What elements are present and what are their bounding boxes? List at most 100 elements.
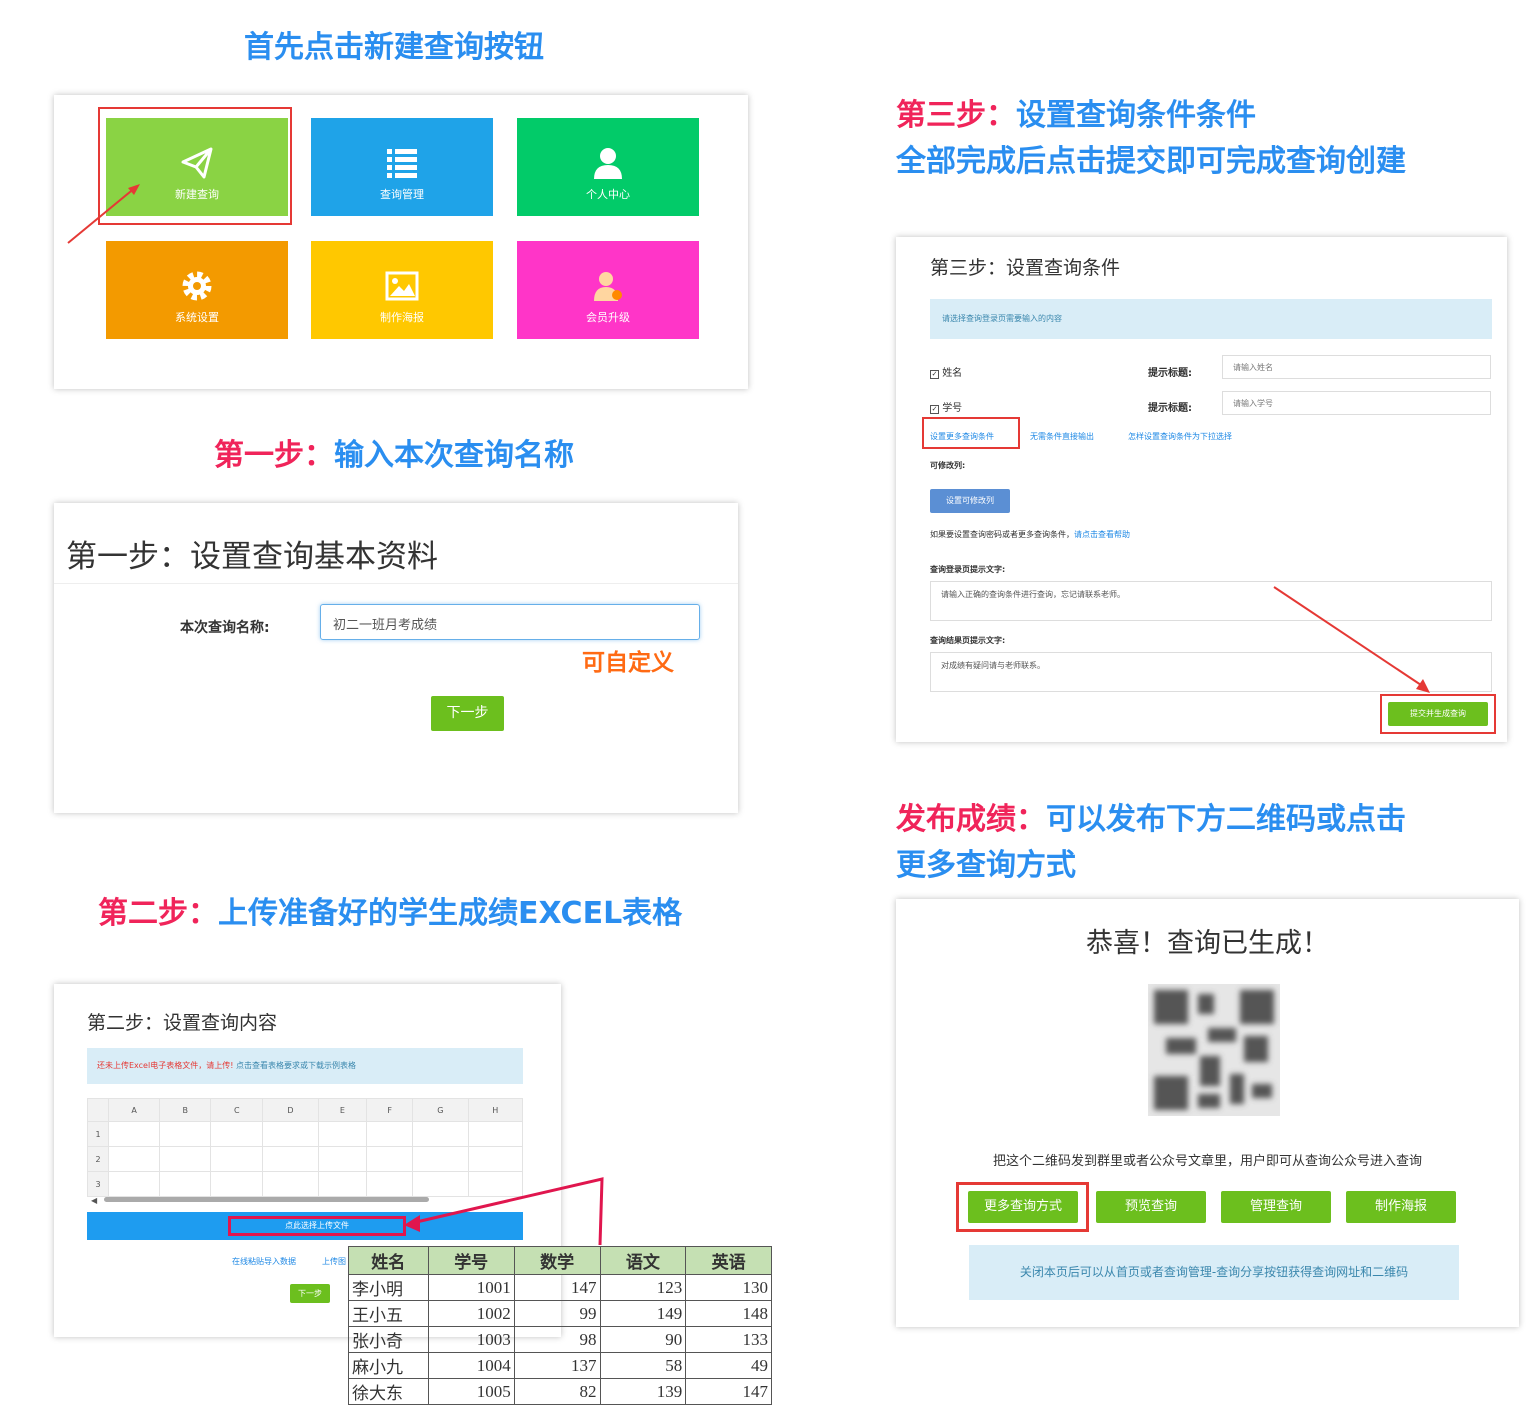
manage-query-button[interactable]: 管理查询 [1221,1191,1331,1223]
qr-code-image [1148,984,1280,1116]
tile-label: 会员升级 [586,311,630,324]
cell: 149 [599,1300,687,1327]
cell: 123 [599,1274,687,1301]
step3-subheading: 全部完成后点击提交即可完成查询创建 [896,144,1406,179]
tile-make-poster[interactable]: 制作海报 [311,241,493,339]
cell: 137 [513,1352,601,1379]
submit-arrow [1273,586,1430,693]
scroll-left-icon[interactable]: ◀ [91,1196,97,1205]
help-text: 如果要设置查询密码或者更多查询条件，请点击查看帮助 [930,529,1130,540]
column-header: 英语 [685,1246,772,1275]
cell: 1002 [427,1300,515,1327]
column-header: H [467,1098,524,1122]
publish-panel: 恭喜！查询已生成！ 把这个二维码发到群里或者公众号文章里，用户即可从查询公众号进… [896,899,1519,1327]
preview-query-button[interactable]: 预览查询 [1096,1191,1206,1223]
cell: 张小奇 [348,1326,429,1353]
more-query-methods-button[interactable]: 更多查询方式 [968,1191,1078,1223]
checkbox-checked-icon[interactable]: ✓ [930,370,939,379]
row-header: 1 [87,1121,109,1147]
step-label: 发布成绩： [896,802,1046,837]
checkbox-checked-icon[interactable]: ✓ [930,405,939,414]
cell: 王小五 [348,1300,429,1327]
step1-panel: 第一步：设置查询基本资料 本次查询名称: 初二一班月考成绩 可自定义 下一步 [54,503,738,813]
dropdown-condition-link[interactable]: 怎样设置查询条件为下拉选择 [1128,431,1232,442]
submit-generate-button[interactable]: 提交并生成查询 [1388,702,1488,726]
step-description: 上传准备好的学生成绩EXCEL表格 [218,896,683,931]
list-icon [387,149,417,178]
make-poster-button[interactable]: 制作海报 [1346,1191,1456,1223]
gear-icon [182,271,212,301]
cell: 麻小九 [348,1352,429,1379]
column-header: E [317,1098,368,1122]
no-condition-link[interactable]: 无需条件直接输出 [1030,431,1094,442]
tile-personal-center[interactable]: 个人中心 [517,118,699,216]
help-description: 如果要设置查询密码或者更多查询条件， [930,530,1074,539]
customizable-annotation: 可自定义 [582,650,674,676]
publish-subheading: 更多查询方式 [896,848,1076,883]
upload-image-link[interactable]: 上传图 [322,1256,346,1267]
next-button[interactable]: 下一步 [290,1284,330,1303]
panel-title: 第一步：设置查询基本资料 [66,539,438,575]
paste-import-link[interactable]: 在线粘贴导入数据 [232,1256,296,1267]
user-icon [594,148,622,179]
table-row: 徐大东 1005 82 139 147 [348,1378,772,1405]
row-header: 2 [87,1146,109,1172]
cell: 82 [513,1378,601,1405]
tile-label: 个人中心 [586,188,630,201]
condition-label: 姓名 [942,368,963,379]
next-button[interactable]: 下一步 [431,696,504,731]
alert-link[interactable]: 点击查看表格要求或下载示例表格 [236,1061,356,1070]
hint-title-input-name[interactable]: 请输入姓名 [1222,355,1491,379]
cell: 1003 [427,1326,515,1353]
column-header: D [262,1098,319,1122]
tile-system-settings[interactable]: 系统设置 [106,241,288,339]
query-name-input[interactable]: 初二一班月考成绩 [320,604,700,640]
result-tip-label: 查询结果页提示文字: [930,636,1006,645]
member-icon [594,272,622,301]
help-link[interactable]: 请点击查看帮助 [1074,530,1130,539]
cell: 1001 [427,1274,515,1301]
table-row: 张小奇 1003 98 90 133 [348,1326,772,1353]
home-tiles-panel: 新建查询 查询管理 个人中心 系统设置 制作海报 会员升级 [54,95,748,389]
step-description: 可以发布下方二维码或点击 [1046,802,1406,837]
step1-heading: 第一步：输入本次查询名称 [214,430,574,474]
column-header: A [107,1098,161,1122]
cell: 1004 [427,1352,515,1379]
upload-alert: 还未上传Excel电子表格文件，请上传! 点击查看表格要求或下载示例表格 [87,1048,523,1084]
upload-file-button[interactable]: 点此选择上传文件 [228,1216,406,1236]
tile-member-upgrade[interactable]: 会员升级 [517,241,699,339]
hint-title-label: 提示标题: [1148,403,1192,414]
login-tip-label: 查询登录页提示文字: [930,565,1006,574]
set-editable-columns-button[interactable]: 设置可修改列 [930,489,1010,513]
cell: 49 [685,1352,772,1379]
hint-title-input-id[interactable]: 请输入学号 [1222,391,1491,415]
step3-heading: 第三步：设置查询条件条件 [896,90,1256,134]
query-name-label: 本次查询名称: [180,620,270,636]
step-label: 第一步： [214,438,334,473]
column-header: 语文 [599,1246,687,1275]
horizontal-scrollbar[interactable] [104,1197,429,1202]
info-note: 关闭本页后可以从首页或者查询管理-查询分享按钮获得查询网址和二维码 [969,1245,1459,1300]
alert-text: 还未上传Excel电子表格文件，请上传! [97,1061,234,1070]
cell: 1005 [427,1378,515,1405]
grade-table-header: 姓名 学号 数学 语文 英语 [348,1246,772,1275]
cell: 90 [599,1326,687,1353]
upload-arrow [404,1177,604,1246]
grade-table-example: 姓名 学号 数学 语文 英语 李小明 1001 147 123 130 王小五 1002 9… [348,1246,772,1405]
info-alert: 请选择查询登录页需要输入的内容 [930,299,1492,339]
cell: 133 [685,1326,772,1353]
cell: 徐大东 [348,1378,429,1405]
image-icon [385,271,419,301]
column-header: 学号 [427,1246,515,1275]
intro-heading: 首先点击新建查询按钮 [244,30,544,65]
condition-label: 学号 [942,403,963,414]
cell: 130 [685,1274,772,1301]
cell: 99 [513,1300,601,1327]
success-title: 恭喜！查询已生成！ [1086,928,1329,959]
tile-label: 制作海报 [380,311,424,324]
sheet-row: 1 [87,1121,524,1147]
step-description: 输入本次查询名称 [334,438,574,473]
table-row: 麻小九 1004 137 58 49 [348,1352,772,1379]
tile-query-manage[interactable]: 查询管理 [311,118,493,216]
more-conditions-link[interactable]: 设置更多查询条件 [930,431,994,442]
